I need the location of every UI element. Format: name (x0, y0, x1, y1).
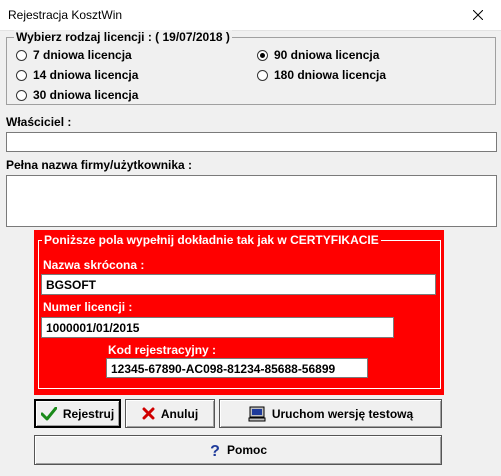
radio-label: 7 dniowa licencja (33, 48, 132, 62)
test-version-button-label: Uruchom wersję testową (271, 406, 414, 421)
checkmark-icon (40, 406, 57, 421)
owner-input[interactable] (6, 132, 497, 152)
reg-code-label: Kod rejestracyjny : (108, 343, 217, 357)
company-label: Pełna nazwa firmy/użytkownika : (6, 158, 193, 172)
radio-label: 14 dniowa licencja (33, 68, 139, 82)
svg-text:?: ? (210, 443, 220, 458)
test-version-button[interactable]: Uruchom wersję testową (219, 399, 442, 428)
radio-30-day[interactable]: 30 dniowa licencja (16, 88, 138, 102)
x-icon (142, 407, 155, 420)
reg-code-input[interactable]: 12345-67890-AC098-81234-85688-56899 (106, 358, 368, 378)
owner-label: Właściciel : (6, 115, 72, 129)
radio-14-day[interactable]: 14 dniowa licencja (16, 68, 138, 82)
radio-90-day[interactable]: 90 dniowa licencja (257, 48, 379, 62)
radio-label: 30 dniowa licencja (33, 88, 139, 102)
company-textarea[interactable] (6, 175, 497, 227)
license-number-label: Numer licencji : (43, 300, 133, 314)
short-name-label: Nazwa skrócona : (43, 258, 145, 272)
radio-label: 90 dniowa licencja (274, 48, 380, 62)
radio-180-day[interactable]: 180 dniowa licencja (257, 68, 386, 82)
license-type-legend: Wybierz rodzaj licencji : ( 19/07/2018 ) (14, 30, 232, 44)
cancel-button-label: Anuluj (160, 406, 199, 421)
help-button-label: Pomoc (226, 443, 267, 457)
radio-button-icon (257, 69, 268, 81)
register-button[interactable]: Rejestruj (34, 399, 121, 428)
register-button-label: Rejestruj (62, 406, 115, 421)
close-icon (473, 10, 483, 20)
computer-icon (248, 406, 266, 422)
close-button[interactable] (455, 0, 501, 30)
window-title: Rejestracja KosztWin (8, 8, 123, 22)
question-mark-icon: ? (209, 442, 221, 458)
certificate-legend: Poniższe pola wypełnij dokładnie tak jak… (42, 233, 381, 247)
cancel-button[interactable]: Anuluj (125, 399, 215, 428)
license-number-input[interactable]: 1000001/01/2015 (41, 317, 394, 338)
radio-label: 180 dniowa licencja (274, 68, 387, 82)
short-name-input[interactable]: BGSOFT (41, 274, 436, 295)
radio-button-icon (16, 69, 27, 81)
radio-7-day[interactable]: 7 dniowa licencja (16, 48, 132, 62)
radio-button-icon (16, 89, 27, 101)
radio-button-icon (16, 49, 27, 61)
radio-button-checked-icon (257, 49, 268, 61)
help-button[interactable]: ? Pomoc (34, 435, 442, 465)
